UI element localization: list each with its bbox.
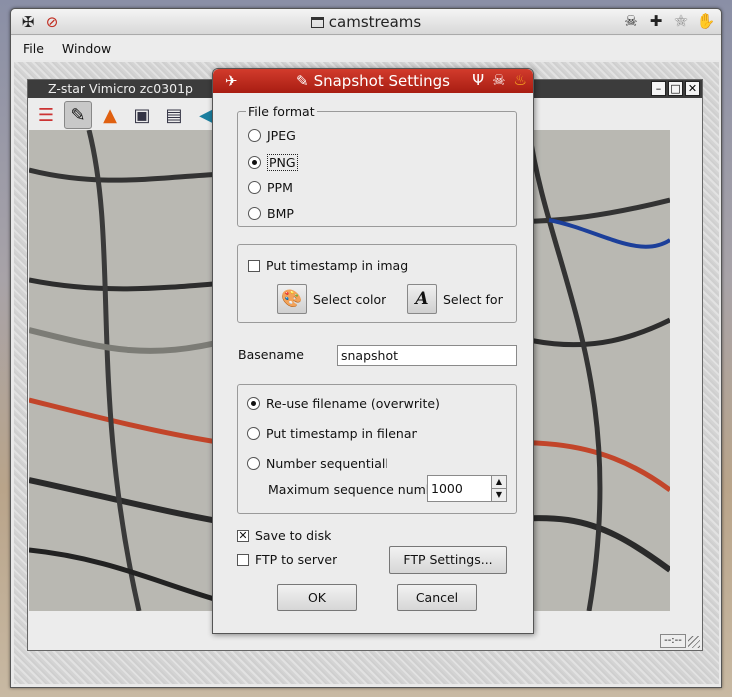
spin-up-icon[interactable]: ▲: [492, 476, 506, 488]
hand-icon[interactable]: ✋: [697, 12, 716, 30]
save-as-icon[interactable]: ▤: [160, 101, 188, 129]
timestamp-in-image-box[interactable]: [248, 259, 260, 272]
pitchfork-icon[interactable]: Ψ: [472, 71, 484, 89]
basename-input[interactable]: snapshot: [337, 345, 517, 366]
menubar: File Window: [11, 36, 721, 60]
radio-png-label: PNG: [267, 154, 298, 171]
spin-down-icon[interactable]: ▼: [492, 488, 506, 501]
dialog-app-icon: ✎: [296, 72, 309, 90]
radio-number-sequentially-label: Number sequentially: [266, 456, 387, 471]
select-font-label[interactable]: Select font: [443, 292, 503, 307]
radio-timestamp-filename-label: Put timestamp in filename: [266, 426, 417, 441]
radio-reuse-filename[interactable]: Re-use filename (overwrite): [247, 396, 440, 411]
camera-status: --:--: [660, 634, 686, 648]
radio-bmp[interactable]: BMP: [248, 206, 294, 221]
max-sequence-value: 1000: [431, 481, 463, 496]
radio-png-circle[interactable]: [248, 156, 261, 169]
font-icon: A: [415, 289, 429, 309]
naming-group: Re-use filename (overwrite) Put timestam…: [237, 384, 517, 514]
dialog-titlebar[interactable]: ✈ ✎ Snapshot Settings Ψ ☠ ♨: [213, 69, 533, 93]
radio-timestamp-filename-circle[interactable]: [247, 427, 260, 440]
radio-number-sequentially[interactable]: Number sequentially: [247, 456, 387, 471]
timestamp-in-image-label: Put timestamp in image: [266, 258, 408, 273]
ftp-to-server-checkbox[interactable]: FTP to server: [237, 552, 337, 567]
close-button[interactable]: ✕: [685, 81, 700, 96]
select-color-button[interactable]: 🎨: [277, 284, 307, 314]
maximize-button[interactable]: □: [668, 81, 683, 96]
ftp-to-server-label: FTP to server: [255, 552, 338, 567]
skull-icon[interactable]: ☠: [622, 12, 640, 30]
app-titlebar[interactable]: ✠ ⊘ camstreams ☠ ✚ ⛤ ✋: [11, 9, 721, 35]
radio-jpeg-label: JPEG: [267, 128, 296, 143]
select-color-label[interactable]: Select color: [313, 292, 386, 307]
ftp-to-server-box[interactable]: [237, 553, 249, 566]
snapshot-settings-icon[interactable]: ✎: [64, 101, 92, 129]
file-format-group: File format JPEG PNG PPM BMP: [237, 104, 517, 227]
flame-icon[interactable]: ♨: [514, 71, 527, 89]
skull-icon[interactable]: ☠: [492, 71, 505, 89]
resize-grip[interactable]: [688, 636, 700, 648]
radio-bmp-label: BMP: [267, 206, 294, 221]
radio-number-sequentially-circle[interactable]: [247, 457, 260, 470]
cancel-button[interactable]: Cancel: [397, 584, 477, 611]
radio-ppm[interactable]: PPM: [248, 180, 293, 195]
radio-timestamp-filename[interactable]: Put timestamp in filename: [247, 426, 417, 441]
snapshot-settings-dialog: ✈ ✎ Snapshot Settings Ψ ☠ ♨ File format J…: [212, 68, 534, 634]
save-to-disk-label: Save to disk: [255, 528, 332, 543]
select-font-button[interactable]: A: [407, 284, 437, 314]
pentagram-icon[interactable]: ⛤: [672, 12, 690, 30]
window-icon: [310, 17, 324, 28]
file-format-legend: File format: [246, 104, 317, 119]
camera-window-title: Z-star Vimicro zc0301p: [48, 81, 193, 96]
max-sequence-label: Maximum sequence number: [268, 482, 428, 497]
max-sequence-spinbox[interactable]: 1000 ▲ ▼: [427, 475, 507, 502]
palette-icon: 🎨: [281, 289, 303, 309]
camera-toolbar: ☰ ✎ ▲ ▣ ▤ ◀: [32, 100, 220, 130]
minimize-button[interactable]: –: [651, 81, 666, 96]
timestamp-in-image-checkbox[interactable]: Put timestamp in image: [248, 258, 408, 273]
radio-bmp-circle[interactable]: [248, 207, 261, 220]
dialog-title: Snapshot Settings: [313, 72, 450, 90]
app-title: camstreams: [328, 13, 422, 31]
color-adjust-icon[interactable]: ▲: [96, 101, 124, 129]
menu-file[interactable]: File: [21, 39, 46, 58]
radio-jpeg-circle[interactable]: [248, 129, 261, 142]
ok-button[interactable]: OK: [277, 584, 357, 611]
menu-window[interactable]: Window: [60, 39, 113, 58]
ftp-settings-button[interactable]: FTP Settings...: [389, 546, 507, 574]
radio-jpeg[interactable]: JPEG: [248, 128, 296, 143]
radio-reuse-filename-circle[interactable]: [247, 397, 260, 410]
basename-label: Basename: [238, 347, 304, 362]
save-to-disk-checkbox[interactable]: ✕ Save to disk: [237, 528, 331, 543]
radio-ppm-circle[interactable]: [248, 181, 261, 194]
cross-icon[interactable]: ✚: [647, 12, 665, 30]
save-icon[interactable]: ▣: [128, 101, 156, 129]
settings-icon[interactable]: ☰: [32, 101, 60, 129]
radio-reuse-filename-label: Re-use filename (overwrite): [266, 396, 440, 411]
timestamp-group: Put timestamp in image 🎨 Select color A …: [237, 244, 517, 323]
radio-png[interactable]: PNG: [248, 154, 298, 171]
save-to-disk-box[interactable]: ✕: [237, 529, 249, 542]
radio-ppm-label: PPM: [267, 180, 293, 195]
